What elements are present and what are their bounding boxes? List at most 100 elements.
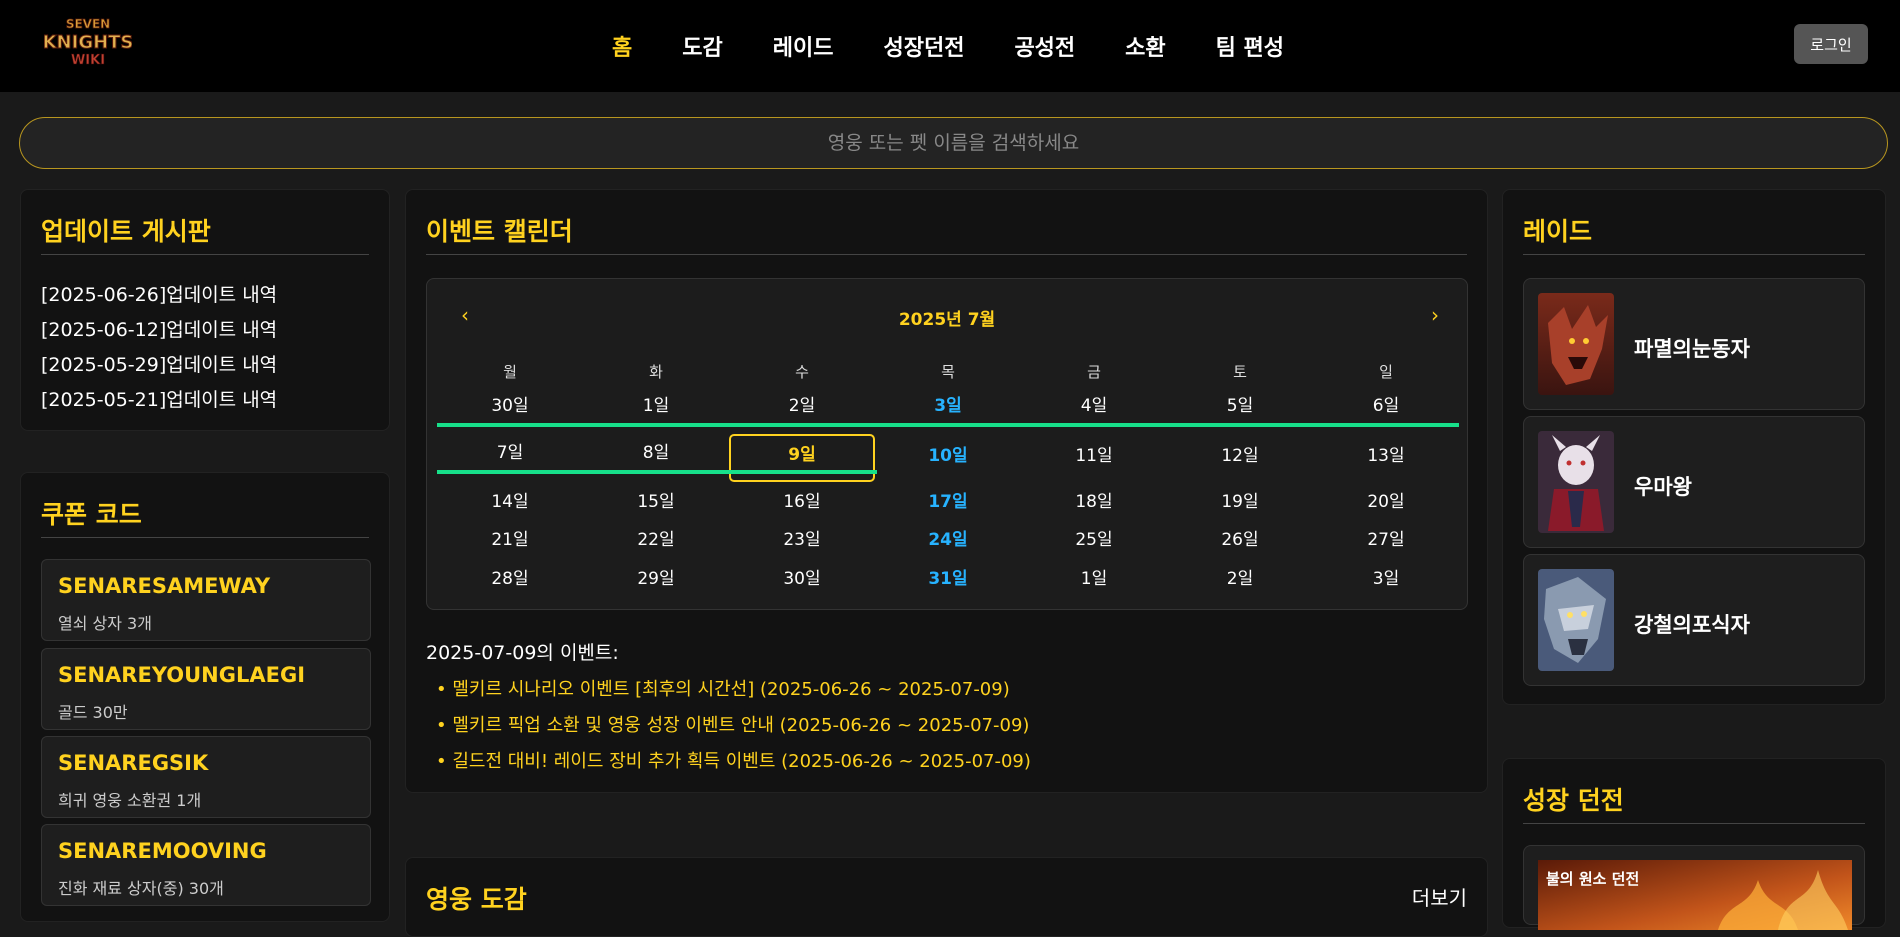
calendar-day-selected[interactable]: 9일 [729, 434, 875, 482]
svg-text:WIKI: WIKI [71, 53, 105, 68]
login-button[interactable]: 로그인 [1794, 24, 1868, 64]
calendar-title: 이벤트 캘린더 [426, 217, 573, 246]
calendar-day[interactable]: 3일 [875, 387, 1021, 425]
coupon-panel: 쿠폰 코드 SENARESAMEWAY 열쇠 상자 3개 SENAREYOUNG… [20, 472, 390, 922]
event-item[interactable]: • 길드전 대비! 레이드 장비 추가 획득 이벤트 (2025-06-26 ~… [436, 747, 1031, 773]
event-item[interactable]: • 멜키르 픽업 소환 및 영웅 성장 이벤트 안내 (2025-06-26 ~… [436, 711, 1029, 737]
nav-growth-dungeon[interactable]: 성장던전 [883, 30, 964, 62]
coupon-reward: 열쇠 상자 3개 [58, 614, 152, 633]
weekday-label: 화 [649, 363, 663, 381]
calendar-month-label: 2025년 7월 [898, 310, 996, 330]
calendar-day[interactable]: 29일 [583, 560, 729, 598]
calendar-day[interactable]: 25일 [1021, 521, 1167, 559]
calendar-day[interactable]: 10일 [875, 437, 1021, 475]
weekday-label: 월 [503, 363, 517, 381]
coupon-reward: 진화 재료 상자(중) 30개 [58, 879, 224, 898]
raid-boss-image [1538, 293, 1614, 395]
nav-summon[interactable]: 소환 [1125, 30, 1165, 62]
update-list: [2025-06-26]업데이트 내역 [2025-06-12]업데이트 내역 … [41, 278, 277, 418]
weekday-label: 목 [941, 363, 955, 381]
coupon-code: SENARESAMEWAY [58, 574, 271, 598]
coupon-reward: 희귀 영웅 소환권 1개 [58, 791, 202, 810]
divider [41, 537, 369, 538]
search-input[interactable] [19, 117, 1888, 169]
raid-name: 강철의포식자 [1634, 613, 1750, 637]
raid-boss-image [1538, 431, 1614, 533]
calendar-day[interactable]: 28일 [437, 560, 583, 598]
calendar-day[interactable]: 23일 [729, 521, 875, 559]
coupon-card[interactable]: SENAREMOOVING 진화 재료 상자(중) 30개 [41, 824, 371, 906]
divider [1523, 823, 1865, 824]
calendar-day[interactable]: 2일 [1167, 560, 1313, 598]
event-bar [437, 423, 1459, 427]
calendar-day[interactable]: 6일 [1313, 387, 1459, 425]
calendar: ‹ 2025년 7월 › 월 화 수 목 금 토 일 30일 1일 2일 3일 … [426, 278, 1468, 610]
nav-team-builder[interactable]: 팀 편성 [1216, 30, 1284, 62]
next-month-button[interactable]: › [1431, 303, 1439, 327]
coupon-code: SENAREGSIK [58, 751, 209, 775]
calendar-day[interactable]: 26일 [1167, 521, 1313, 559]
calendar-day[interactable]: 16일 [729, 483, 875, 521]
update-item[interactable]: [2025-05-29]업데이트 내역 [41, 348, 277, 383]
top-header: SEVEN KNIGHTS WIKI 홈 도감 레이드 성장던전 공성전 소환 … [0, 0, 1900, 92]
calendar-day[interactable]: 14일 [437, 483, 583, 521]
weekday-label: 금 [1087, 363, 1101, 381]
coupon-reward: 골드 30만 [58, 703, 128, 722]
raid-name: 파멸의눈동자 [1634, 337, 1750, 361]
raid-card[interactable]: 강철의포식자 [1523, 554, 1865, 686]
coupon-card[interactable]: SENARESAMEWAY 열쇠 상자 3개 [41, 559, 371, 641]
raid-panel: 레이드 파멸의눈동자 우마왕 강철의포식자 [1502, 189, 1886, 705]
raid-card[interactable]: 파멸의눈동자 [1523, 278, 1865, 410]
hero-encyclopedia-title: 영웅 도감 [426, 885, 527, 914]
svg-text:SEVEN: SEVEN [66, 17, 110, 31]
update-item[interactable]: [2025-06-12]업데이트 내역 [41, 313, 277, 348]
calendar-day[interactable]: 7일 [437, 434, 583, 472]
calendar-day[interactable]: 11일 [1021, 437, 1167, 475]
weekday-label: 수 [795, 363, 809, 381]
calendar-day[interactable]: 21일 [437, 521, 583, 559]
nav-home[interactable]: 홈 [612, 30, 632, 62]
calendar-day[interactable]: 27일 [1313, 521, 1459, 559]
calendar-day[interactable]: 2일 [729, 387, 875, 425]
nav-raid[interactable]: 레이드 [773, 30, 834, 62]
nav-siege[interactable]: 공성전 [1014, 30, 1075, 62]
dungeon-name: 불의 원소 던전 [1546, 870, 1640, 888]
raid-card[interactable]: 우마왕 [1523, 416, 1865, 548]
raid-title: 레이드 [1523, 217, 1593, 246]
dungeon-card[interactable]: 불의 원소 던전 [1523, 845, 1865, 930]
calendar-day[interactable]: 15일 [583, 483, 729, 521]
update-item[interactable]: [2025-05-21]업데이트 내역 [41, 383, 277, 418]
calendar-day[interactable]: 17일 [875, 483, 1021, 521]
calendar-day[interactable]: 5일 [1167, 387, 1313, 425]
calendar-day[interactable]: 1일 [583, 387, 729, 425]
divider [41, 254, 369, 255]
calendar-day[interactable]: 1일 [1021, 560, 1167, 598]
calendar-day[interactable]: 3일 [1313, 560, 1459, 598]
event-item[interactable]: • 멜키르 시나리오 이벤트 [최후의 시간선] (2025-06-26 ~ 2… [436, 675, 1010, 701]
weekday-label: 일 [1379, 363, 1393, 381]
update-board: 업데이트 게시판 [2025-06-26]업데이트 내역 [2025-06-12… [20, 189, 390, 431]
update-board-title: 업데이트 게시판 [41, 217, 211, 246]
calendar-day[interactable]: 19일 [1167, 483, 1313, 521]
calendar-day[interactable]: 31일 [875, 560, 1021, 598]
raid-boss-image [1538, 569, 1614, 671]
calendar-day[interactable]: 13일 [1313, 437, 1459, 475]
calendar-day[interactable]: 24일 [875, 521, 1021, 559]
calendar-day[interactable]: 30일 [729, 560, 875, 598]
nav-encyclopedia[interactable]: 도감 [682, 30, 722, 62]
event-bar [437, 470, 877, 474]
calendar-day[interactable]: 30일 [437, 387, 583, 425]
svg-text:KNIGHTS: KNIGHTS [44, 32, 132, 53]
site-logo[interactable]: SEVEN KNIGHTS WIKI [42, 12, 134, 69]
calendar-day[interactable]: 18일 [1021, 483, 1167, 521]
calendar-day[interactable]: 22일 [583, 521, 729, 559]
calendar-day[interactable]: 8일 [583, 434, 729, 472]
update-item[interactable]: [2025-06-26]업데이트 내역 [41, 278, 277, 313]
more-link[interactable]: 더보기 [1412, 882, 1467, 911]
coupon-card[interactable]: SENAREGSIK 희귀 영웅 소환권 1개 [41, 736, 371, 818]
weekday-label: 토 [1233, 363, 1247, 381]
calendar-day[interactable]: 20일 [1313, 483, 1459, 521]
calendar-day[interactable]: 4일 [1021, 387, 1167, 425]
coupon-card[interactable]: SENAREYOUNGLAEGI 골드 30만 [41, 648, 371, 730]
calendar-day[interactable]: 12일 [1167, 437, 1313, 475]
